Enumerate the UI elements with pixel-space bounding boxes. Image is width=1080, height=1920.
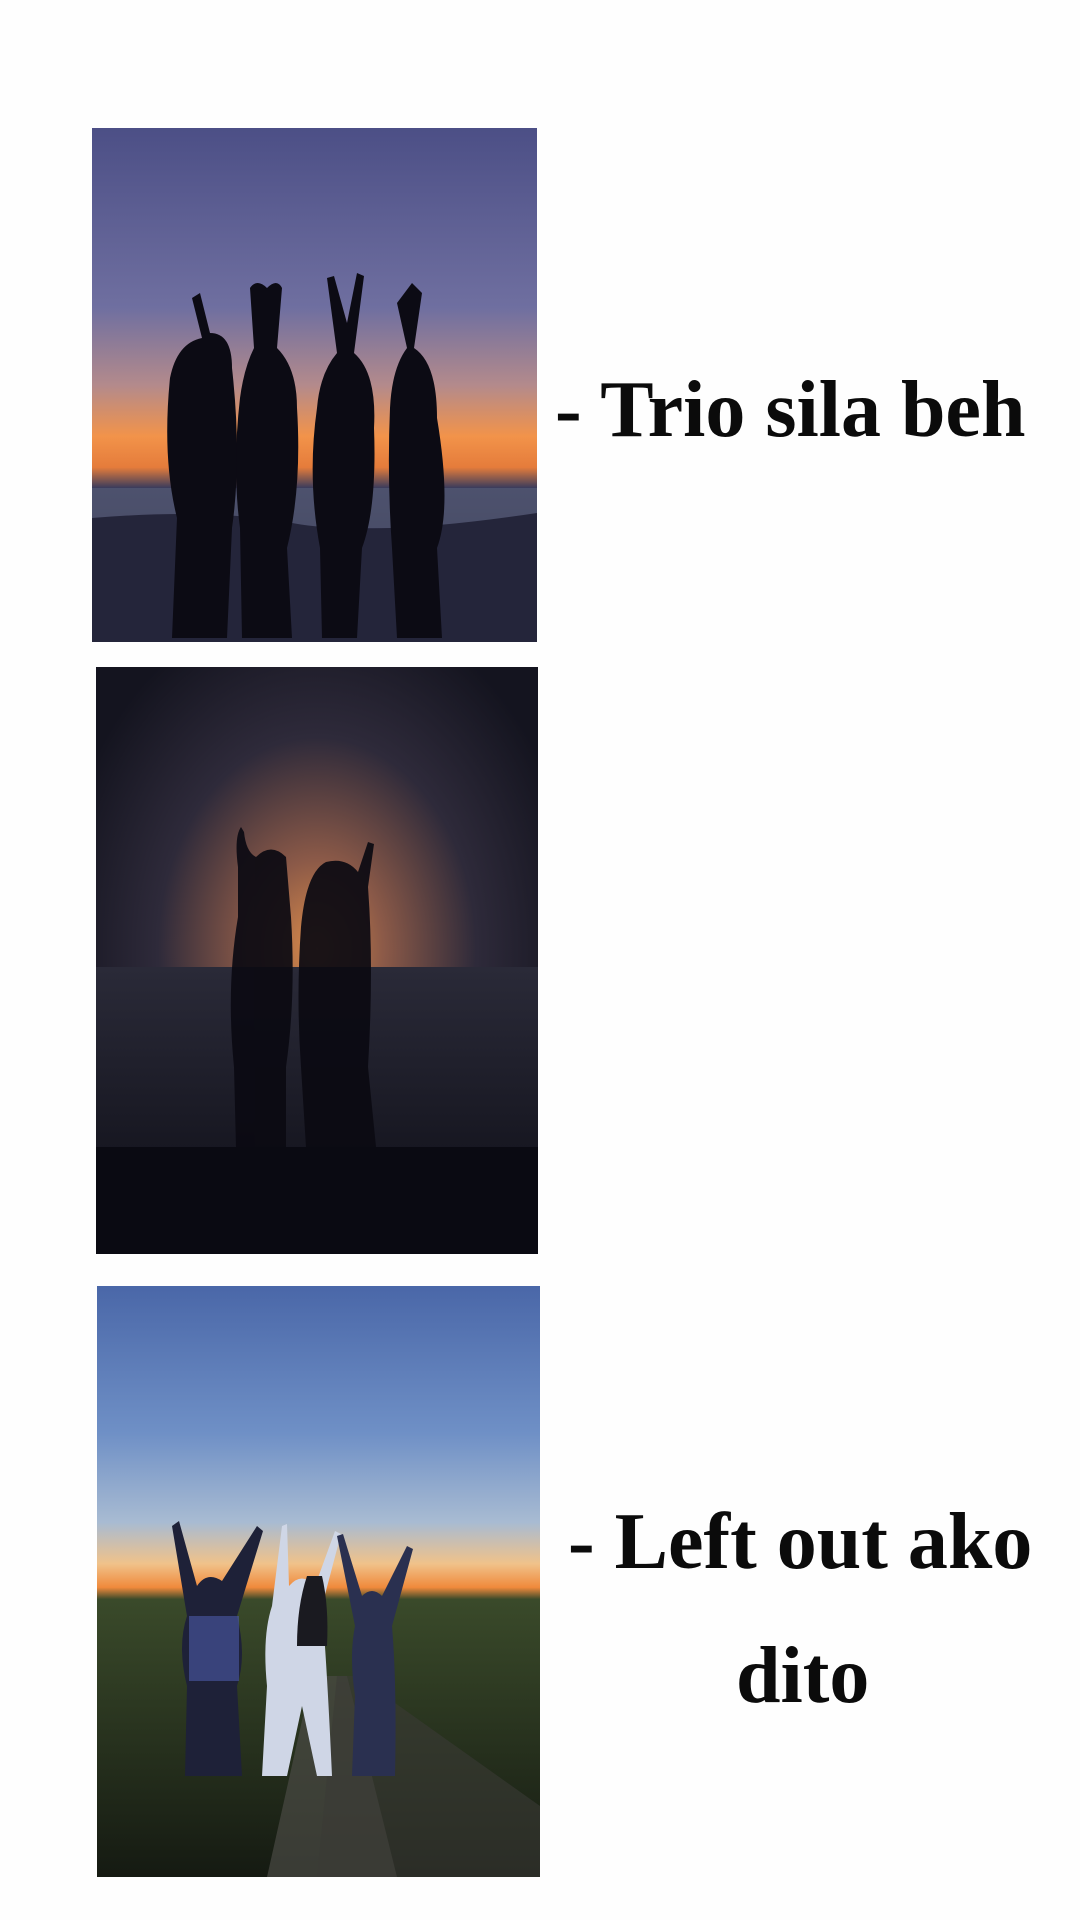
photo-1-image xyxy=(92,128,537,642)
photo-field-three-friends xyxy=(97,1286,540,1877)
caption-left-out-line2: dito xyxy=(736,1632,870,1720)
photo-3-image xyxy=(97,1286,540,1877)
photo-dusk-two-silhouettes xyxy=(96,667,538,1254)
caption-left-out-line1: - Left out ako xyxy=(568,1498,1033,1586)
photo-beach-four-silhouettes xyxy=(92,128,537,642)
caption-trio: - Trio sila beh xyxy=(555,366,1026,454)
photo-2-image xyxy=(96,667,538,1254)
